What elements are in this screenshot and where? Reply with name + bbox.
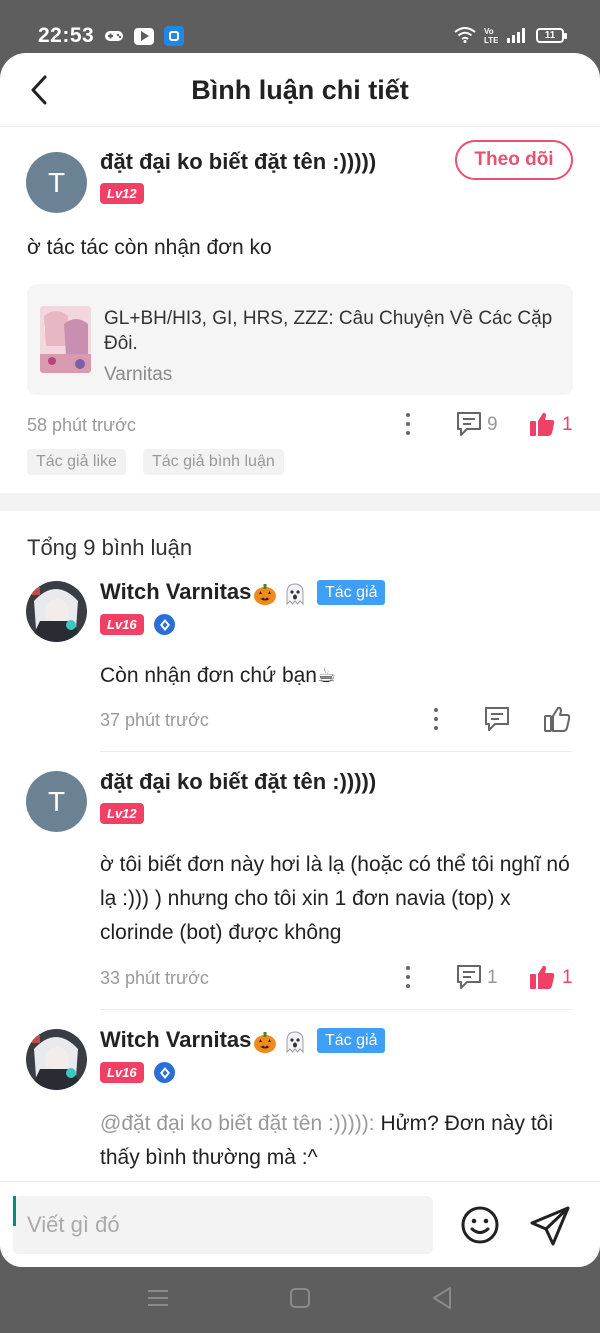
video-player-icon	[134, 27, 154, 45]
pumpkin-emoji-icon	[254, 1032, 276, 1053]
reply-username[interactable]: đặt đại ko biết đặt tên :)))))	[100, 769, 376, 795]
like-count: 1	[562, 414, 573, 435]
medal-icon	[154, 1062, 175, 1083]
svg-text:Vo: Vo	[484, 27, 494, 36]
like-icon-outline[interactable]	[543, 705, 571, 733]
reply-icon[interactable]	[455, 963, 483, 991]
reply-text: Còn nhận đơn chứ bạn☕	[100, 664, 336, 687]
home-icon[interactable]	[287, 1285, 313, 1311]
like-icon-filled[interactable]	[528, 963, 556, 991]
avatar[interactable]: T	[26, 771, 87, 832]
more-options-icon[interactable]	[400, 963, 416, 991]
ghost-emoji-icon	[286, 1031, 304, 1054]
story-card[interactable]: GL+BH/HI3, GI, HRS, ZZZ: Câu Chuyện Về C…	[27, 284, 573, 395]
app-notification-icon	[164, 26, 184, 46]
story-title: GL+BH/HI3, GI, HRS, ZZZ: Câu Chuyện Về C…	[104, 308, 553, 354]
text-cursor	[13, 1196, 16, 1226]
reply-time: 37 phút trước	[100, 710, 209, 730]
comment-username[interactable]: đặt đại ko biết đặt tên :)))))	[100, 149, 376, 175]
comment-input-bar: Viết gì đó	[0, 1181, 600, 1267]
ghost-emoji-icon	[286, 583, 304, 606]
total-comments-label: Tổng 9 bình luận	[27, 535, 193, 560]
reply-time: 33 phút trước	[100, 968, 209, 988]
emoji-icon[interactable]	[460, 1205, 500, 1245]
avatar[interactable]: T	[26, 152, 87, 213]
reply-icon[interactable]	[483, 705, 511, 733]
wifi-icon	[454, 27, 476, 43]
reply-username[interactable]: Witch Varnitas	[100, 579, 251, 605]
author-tag: Tác giả	[317, 1028, 386, 1053]
tag-author-like: Tác giả like	[27, 449, 126, 475]
mention-link[interactable]: @đặt đại ko biết đặt tên :))))):	[100, 1112, 375, 1135]
status-notification-icons	[104, 26, 184, 46]
volte-icon: VoLTE	[484, 27, 498, 44]
reply-icon[interactable]	[455, 410, 483, 438]
row-divider	[100, 1009, 573, 1010]
like-icon-filled[interactable]	[528, 410, 556, 438]
author-tag: Tác giả	[317, 580, 386, 605]
page-title: Bình luận chi tiết	[191, 75, 409, 105]
comment-time: 58 phút trước	[27, 415, 136, 435]
svg-text:LTE: LTE	[484, 36, 498, 44]
comment-input[interactable]: Viết gì đó	[13, 1196, 433, 1254]
level-badge: Lv16	[100, 614, 144, 635]
level-badge: Lv16	[100, 1062, 144, 1083]
menu-icon[interactable]	[145, 1285, 171, 1311]
medal-icon	[154, 614, 175, 635]
level-badge: Lv12	[100, 183, 144, 204]
story-author: Varnitas	[104, 364, 173, 385]
reply-username[interactable]: Witch Varnitas	[100, 1027, 251, 1053]
battery-icon: 11	[536, 27, 567, 43]
story-cover-image	[40, 306, 91, 373]
pumpkin-emoji-icon	[254, 584, 276, 605]
tag-author-comment: Tác giả bình luận	[143, 449, 284, 475]
row-divider	[100, 751, 573, 752]
reply-count: 1	[487, 967, 498, 988]
gamepad-icon	[104, 28, 124, 45]
send-icon[interactable]	[529, 1205, 571, 1247]
avatar[interactable]	[26, 581, 87, 642]
more-options-icon[interactable]	[400, 410, 416, 438]
status-system-icons: Vo LTE 11	[454, 26, 567, 44]
comment-detail-sheet: Bình luận chi tiết T đặt đại ko biết đặt…	[0, 53, 600, 1267]
level-badge: Lv12	[100, 803, 144, 824]
reply-text: @đặt đại ko biết đặt tên :))))): Hửm? Đơ…	[100, 1107, 570, 1175]
system-navigation-bar	[0, 1267, 600, 1333]
section-divider	[0, 493, 600, 511]
back-nav-icon[interactable]	[429, 1285, 455, 1311]
status-time: 22:53	[38, 24, 95, 47]
like-count: 1	[562, 967, 573, 988]
reply-count: 9	[487, 414, 498, 435]
header: Bình luận chi tiết	[0, 53, 600, 127]
reply-text: ờ tôi biết đơn này hơi là lạ (hoặc có th…	[100, 853, 570, 944]
more-options-icon[interactable]	[428, 705, 444, 733]
signal-icon	[507, 28, 525, 43]
comment-text: ờ tác tác còn nhận đơn ko	[27, 236, 272, 259]
follow-button[interactable]: Theo dõi	[455, 140, 573, 180]
avatar[interactable]	[26, 1029, 87, 1090]
